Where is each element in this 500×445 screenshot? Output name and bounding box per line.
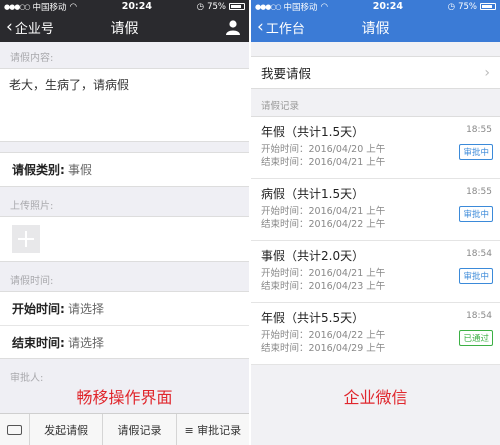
records-label: 请假记录 bbox=[261, 101, 300, 112]
records-list: 年假（共计1.5天） 开始时间：2016/04/20 上午 结束时间：2016/04… bbox=[251, 116, 500, 365]
photo-label: 上传照片: bbox=[10, 201, 54, 212]
list-item[interactable]: 年假（共计1.5天） 开始时间：2016/04/20 上午 结束时间：2016/04… bbox=[251, 117, 500, 179]
apply-leave-row[interactable]: 我要请假 › bbox=[251, 56, 500, 89]
battery-percent: 75% bbox=[207, 1, 226, 12]
add-photo-button[interactable] bbox=[12, 225, 40, 253]
end-time-row[interactable]: 结束时间: 请选择 bbox=[0, 325, 249, 358]
battery-percent: 75% bbox=[458, 1, 477, 12]
alarm-icon: ◷ bbox=[447, 1, 456, 12]
record-start: 开始时间：2016/04/21 上午 bbox=[261, 268, 386, 279]
status-badge: 已通过 bbox=[459, 330, 493, 346]
tab-start-leave[interactable]: 发起请假 bbox=[30, 414, 102, 445]
record-title: 年假（共计5.5天） bbox=[261, 311, 365, 325]
list-item[interactable]: 事假（共计2.0天） 开始时间：2016/04/21 上午 结束时间：2016/04… bbox=[251, 241, 500, 303]
leave-type-row[interactable]: 请假类别: 事假 bbox=[0, 153, 249, 186]
battery-icon bbox=[229, 3, 245, 10]
end-time-label: 结束时间: bbox=[12, 335, 65, 350]
start-time-value: 请选择 bbox=[68, 302, 105, 316]
record-time: 18:54 bbox=[466, 249, 492, 259]
nav-bar: ‹ 工作台 请假 bbox=[251, 13, 500, 42]
record-title: 病假（共计1.5天） bbox=[261, 187, 365, 201]
end-time-value: 请选择 bbox=[68, 335, 105, 350]
back-button[interactable]: ‹ 企业号 bbox=[0, 17, 54, 38]
battery-icon bbox=[480, 3, 496, 10]
record-end: 结束时间：2016/04/29 上午 bbox=[261, 343, 386, 354]
leave-type-value: 事假 bbox=[68, 163, 93, 177]
carrier-label: 中国移动 bbox=[32, 2, 67, 13]
bottom-tab-bar: 发起请假 请假记录 ≡ 审批记录 bbox=[0, 413, 249, 445]
chevron-right-icon: › bbox=[484, 64, 490, 81]
record-start: 开始时间：2016/04/22 上午 bbox=[261, 330, 386, 341]
back-button[interactable]: ‹ 工作台 bbox=[251, 17, 305, 38]
list-item[interactable]: 年假（共计5.5天） 开始时间：2016/04/22 上午 结束时间：2016/04… bbox=[251, 303, 500, 365]
record-time: 18:54 bbox=[466, 311, 492, 321]
alarm-icon: ◷ bbox=[196, 1, 205, 12]
list-item[interactable]: 病假（共计1.5天） 开始时间：2016/04/21 上午 结束时间：2016/04… bbox=[251, 179, 500, 241]
caption-left: 畅移操作界面 bbox=[76, 388, 173, 407]
keyboard-icon[interactable] bbox=[0, 414, 30, 445]
start-time-label: 开始时间: bbox=[12, 302, 65, 316]
content-label: 请假内容: bbox=[10, 53, 54, 64]
record-start: 开始时间：2016/04/21 上午 bbox=[261, 206, 386, 217]
carrier-label: 中国移动 bbox=[283, 2, 318, 13]
leave-content-input[interactable]: 老大，生病了，请病假 bbox=[0, 69, 249, 141]
tab-approval-records[interactable]: ≡ 审批记录 bbox=[175, 414, 249, 445]
record-time: 18:55 bbox=[466, 187, 492, 197]
status-badge: 审批中 bbox=[459, 206, 493, 222]
left-screen: ●●●○○ 中国移动 ◠ 20:24 ◷ 75% ‹ 企业号 请假 请假内容: … bbox=[0, 0, 249, 445]
right-screen: ●●●○○ 中国移动 ◠ 20:24 ◷ 75% ‹ 工作台 请假 我要请假 ›… bbox=[251, 0, 500, 445]
record-end: 结束时间：2016/04/23 上午 bbox=[261, 281, 386, 292]
leave-type-label: 请假类别: bbox=[12, 163, 65, 177]
wifi-icon: ◠ bbox=[320, 1, 328, 12]
caption-right: 企业微信 bbox=[343, 388, 408, 407]
chevron-left-icon: ‹ bbox=[257, 17, 264, 37]
start-time-row[interactable]: 开始时间: 请选择 bbox=[0, 292, 249, 325]
record-end: 结束时间：2016/04/22 上午 bbox=[261, 219, 386, 230]
record-title: 年假（共计1.5天） bbox=[261, 125, 365, 139]
wifi-icon: ◠ bbox=[69, 1, 77, 12]
back-label: 企业号 bbox=[14, 22, 54, 37]
signal-icon: ●●●○○ bbox=[255, 2, 282, 11]
record-start: 开始时间：2016/04/20 上午 bbox=[261, 144, 386, 155]
back-label: 工作台 bbox=[265, 22, 305, 37]
user-icon[interactable] bbox=[225, 19, 241, 35]
status-time: 20:24 bbox=[372, 1, 403, 12]
apply-leave-label: 我要请假 bbox=[261, 66, 312, 81]
record-end: 结束时间：2016/04/21 上午 bbox=[261, 157, 386, 168]
status-time: 20:24 bbox=[121, 1, 152, 12]
status-bar: ●●●○○ 中国移动 ◠ 20:24 ◷ 75% bbox=[0, 0, 249, 13]
nav-bar: ‹ 企业号 请假 bbox=[0, 13, 249, 42]
chevron-left-icon: ‹ bbox=[6, 17, 13, 37]
record-title: 事假（共计2.0天） bbox=[261, 249, 365, 263]
tab-leave-records[interactable]: 请假记录 bbox=[102, 414, 175, 445]
signal-icon: ●●●○○ bbox=[4, 2, 31, 11]
status-bar: ●●●○○ 中国移动 ◠ 20:24 ◷ 75% bbox=[251, 0, 500, 13]
record-time: 18:55 bbox=[466, 125, 492, 135]
status-badge: 审批中 bbox=[459, 268, 493, 284]
time-label: 请假时间: bbox=[10, 276, 54, 287]
status-badge: 审批中 bbox=[459, 144, 493, 160]
